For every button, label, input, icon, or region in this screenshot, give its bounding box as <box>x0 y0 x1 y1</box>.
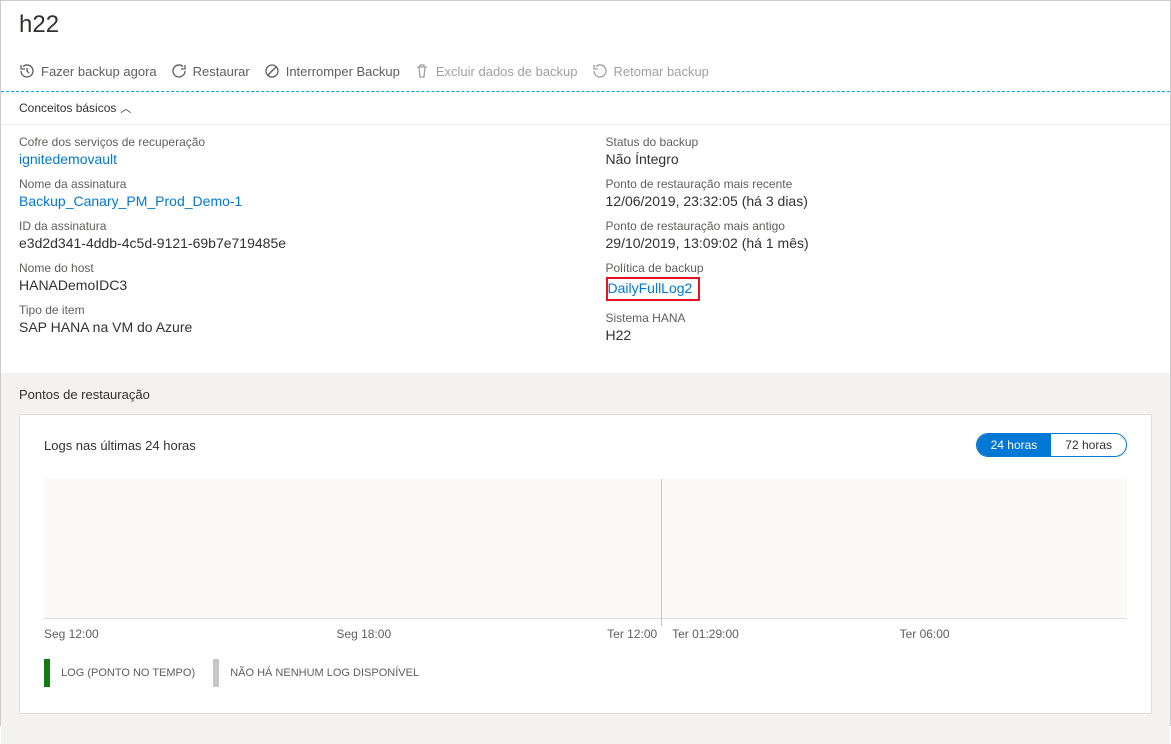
hana-system-label: Sistema HANA <box>606 311 1153 325</box>
x-label: Ter 12:00 <box>607 627 657 641</box>
essentials-grid: Cofre dos serviços de recuperação ignite… <box>1 125 1170 373</box>
delete-icon <box>414 63 430 79</box>
delete-data-button: Excluir dados de backup <box>414 63 578 79</box>
log-card: Logs nas últimas 24 horas 24 horas 72 ho… <box>19 414 1152 714</box>
toggle-72h[interactable]: 72 horas <box>1051 434 1126 456</box>
stop-backup-label: Interromper Backup <box>286 64 400 79</box>
resume-backup-label: Retomar backup <box>614 64 709 79</box>
oldest-restore-point-label: Ponto de restauração mais antigo <box>606 219 1153 233</box>
backup-policy-highlight: DailyFullLog2 <box>606 277 701 301</box>
resume-icon <box>592 63 608 79</box>
subscription-name-label: Nome da assinatura <box>19 177 566 191</box>
swatch-green <box>44 659 50 687</box>
current-time-marker <box>661 479 662 626</box>
log-timeline-chart[interactable] <box>44 479 1127 619</box>
x-label: Ter 01:29:00 <box>672 627 739 641</box>
backup-policy-label: Política de backup <box>606 261 1153 275</box>
page-title: h22 <box>19 11 1152 39</box>
backup-icon <box>19 63 35 79</box>
stop-icon <box>264 63 280 79</box>
stop-backup-button[interactable]: Interromper Backup <box>264 63 400 79</box>
resume-backup-button: Retomar backup <box>592 63 709 79</box>
legend-no-log-label: NÃO HÁ NENHUM LOG DISPONÍVEL <box>230 667 419 679</box>
restore-icon <box>171 63 187 79</box>
host-name-value: HANADemoIDC3 <box>19 277 566 293</box>
legend: LOG (PONTO NO TEMPO) NÃO HÁ NENHUM LOG D… <box>44 659 1127 687</box>
vault-link[interactable]: ignitedemovault <box>19 151 566 167</box>
backup-status-value: Não Íntegro <box>606 151 1153 167</box>
restore-points-heading: Pontos de restauração <box>19 387 1152 402</box>
hana-system-value: H22 <box>606 327 1153 343</box>
backup-status-label: Status do backup <box>606 135 1153 149</box>
timeline-x-axis: Seg 12:00 Seg 18:00 Ter 12:00 Ter 01:29:… <box>44 627 1127 645</box>
legend-log-pit-label: LOG (PONTO NO TEMPO) <box>61 667 195 679</box>
swatch-gray <box>213 659 219 687</box>
backup-policy-link[interactable]: DailyFullLog2 <box>608 280 693 296</box>
newest-restore-point-value: 12/06/2019, 23:32:05 (há 3 dias) <box>606 193 1153 209</box>
restore-button[interactable]: Restaurar <box>171 63 250 79</box>
restore-label: Restaurar <box>193 64 250 79</box>
log-card-title: Logs nas últimas 24 horas <box>44 438 196 453</box>
subscription-id-value: e3d2d341-4ddb-4c5d-9121-69b7e719485e <box>19 235 566 251</box>
chevron-up-icon: ︿ <box>120 100 131 116</box>
backup-now-label: Fazer backup agora <box>41 64 157 79</box>
legend-no-log: NÃO HÁ NENHUM LOG DISPONÍVEL <box>213 659 419 687</box>
delete-data-label: Excluir dados de backup <box>436 64 578 79</box>
time-range-toggle: 24 horas 72 horas <box>976 433 1127 457</box>
x-label: Ter 06:00 <box>900 627 950 641</box>
toggle-24h[interactable]: 24 horas <box>977 434 1052 456</box>
x-label: Seg 12:00 <box>44 627 99 641</box>
restore-points-panel: Pontos de restauração Logs nas últimas 2… <box>1 373 1170 744</box>
command-bar: Fazer backup agora Restaurar Interromper… <box>1 53 1170 92</box>
item-type-label: Tipo de item <box>19 303 566 317</box>
item-type-value: SAP HANA na VM do Azure <box>19 319 566 335</box>
subscription-id-label: ID da assinatura <box>19 219 566 233</box>
x-label: Seg 18:00 <box>336 627 391 641</box>
newest-restore-point-label: Ponto de restauração mais recente <box>606 177 1153 191</box>
subscription-name-link[interactable]: Backup_Canary_PM_Prod_Demo-1 <box>19 193 566 209</box>
backup-now-button[interactable]: Fazer backup agora <box>19 63 157 79</box>
host-name-label: Nome do host <box>19 261 566 275</box>
essentials-label: Conceitos básicos <box>19 101 116 115</box>
essentials-toggle[interactable]: Conceitos básicos ︿ <box>1 92 1170 125</box>
oldest-restore-point-value: 29/10/2019, 13:09:02 (há 1 mês) <box>606 235 1153 251</box>
vault-label: Cofre dos serviços de recuperação <box>19 135 566 149</box>
legend-log-pit: LOG (PONTO NO TEMPO) <box>44 659 195 687</box>
